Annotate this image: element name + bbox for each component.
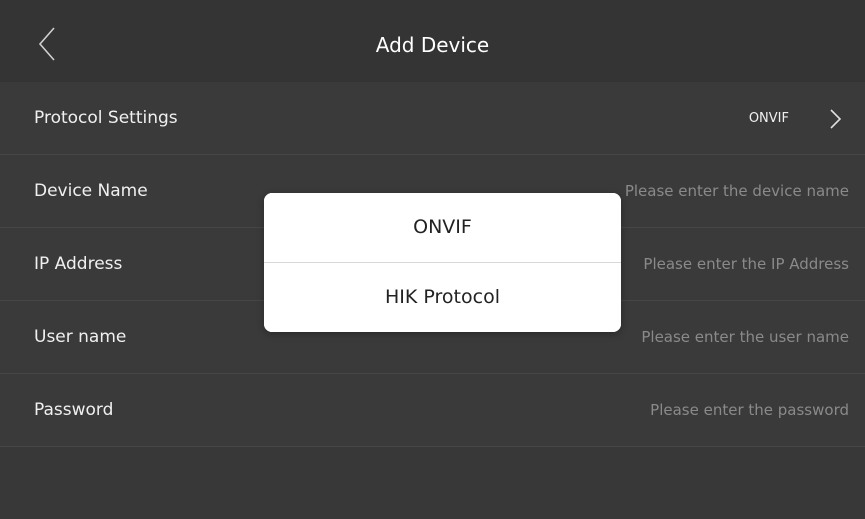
protocol-settings-label: Protocol Settings — [34, 108, 178, 128]
empty-area — [0, 447, 865, 519]
device-name-input[interactable] — [589, 181, 849, 201]
header-bar: Add Device — [0, 0, 865, 82]
protocol-picker-popup: ONVIF HIK Protocol — [264, 193, 621, 332]
page-title: Add Device — [375, 33, 490, 57]
ip-address-input[interactable] — [589, 254, 849, 274]
device-name-label: Device Name — [34, 181, 148, 201]
user-name-input[interactable] — [589, 327, 849, 347]
option-onvif[interactable]: ONVIF — [264, 193, 621, 262]
protocol-settings-row[interactable]: Protocol Settings ONVIF — [0, 82, 865, 155]
password-row: Password — [0, 374, 865, 447]
option-hik-protocol[interactable]: HIK Protocol — [264, 263, 621, 332]
password-input[interactable] — [589, 400, 849, 420]
ip-address-label: IP Address — [34, 254, 123, 274]
chevron-right-icon — [830, 109, 842, 129]
add-device-screen: Add Device Protocol Settings ONVIF Devic… — [0, 0, 865, 519]
password-label: Password — [34, 400, 114, 420]
protocol-value: ONVIF — [748, 111, 789, 126]
user-name-label: User name — [34, 327, 127, 347]
